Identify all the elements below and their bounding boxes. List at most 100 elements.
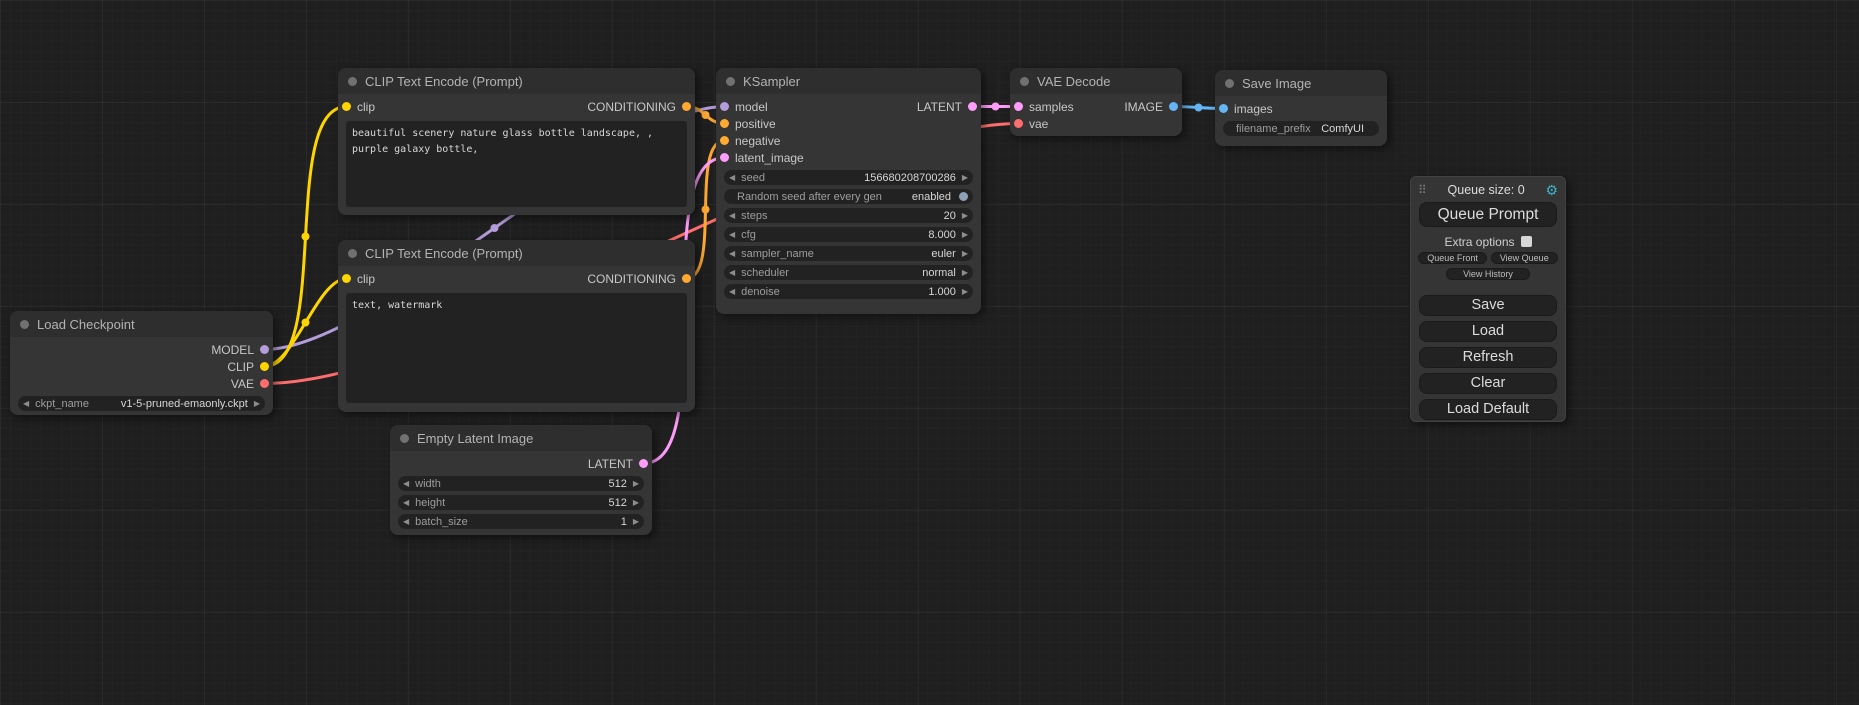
slot-dot-vae[interactable] — [1014, 119, 1023, 128]
node-collapse-dot[interactable] — [348, 77, 357, 86]
increment-arrow[interactable]: ▶ — [962, 174, 968, 182]
save-button[interactable]: Save — [1419, 295, 1557, 316]
widget-seed[interactable]: ◀ seed 156680208700286 ▶ — [724, 170, 973, 185]
slot-dot-clip[interactable] — [260, 362, 269, 371]
node-load-checkpoint[interactable]: Load Checkpoint MODEL CLIP VAE ◀ ckpt_na… — [10, 311, 273, 415]
slot-dot-model[interactable] — [260, 345, 269, 354]
increment-arrow[interactable]: ▶ — [962, 250, 968, 258]
input-slot-negative[interactable]: negative — [716, 132, 981, 149]
node-title-bar[interactable]: Load Checkpoint — [10, 311, 273, 337]
slot-dot-latent[interactable] — [720, 153, 729, 162]
slot-dot-image[interactable] — [1219, 104, 1228, 113]
slot-dot-clip[interactable] — [342, 102, 351, 111]
increment-arrow[interactable]: ▶ — [962, 288, 968, 296]
node-collapse-dot[interactable] — [1225, 79, 1234, 88]
widget-random-seed-toggle[interactable]: Random seed after every gen enabled — [724, 189, 973, 204]
node-collapse-dot[interactable] — [1020, 77, 1029, 86]
node-empty-latent-image[interactable]: Empty Latent Image LATENT ◀ width 512 ▶ … — [390, 425, 652, 535]
node-title-bar[interactable]: Empty Latent Image — [390, 425, 652, 451]
widget-cfg[interactable]: ◀ cfg 8.000 ▶ — [724, 227, 973, 242]
drag-handle-icon[interactable]: ⠿ — [1418, 183, 1427, 197]
slot-dot-conditioning[interactable] — [720, 119, 729, 128]
node-title-bar[interactable]: Save Image — [1215, 70, 1387, 96]
increment-arrow[interactable]: ▶ — [633, 499, 639, 507]
queue-panel-header[interactable]: ⠿ Queue size: 0 ⚙ — [1411, 177, 1565, 200]
widget-ckpt-name[interactable]: ◀ ckpt_name v1-5-pruned-emaonly.ckpt ▶ — [18, 396, 265, 411]
increment-arrow[interactable]: ▶ — [254, 400, 260, 408]
node-ksampler[interactable]: KSampler model positive negative — [716, 68, 981, 314]
input-slot-positive[interactable]: positive — [716, 115, 981, 132]
queue-front-button[interactable]: Queue Front — [1418, 252, 1487, 264]
increment-arrow[interactable]: ▶ — [962, 231, 968, 239]
decrement-arrow[interactable]: ◀ — [729, 212, 735, 220]
output-slot-vae[interactable]: VAE — [10, 375, 273, 392]
widget-height[interactable]: ◀ height 512 ▶ — [398, 495, 644, 510]
node-collapse-dot[interactable] — [726, 77, 735, 86]
widget-denoise[interactable]: ◀ denoise 1.000 ▶ — [724, 284, 973, 299]
load-default-button[interactable]: Load Default — [1419, 399, 1557, 420]
decrement-arrow[interactable]: ◀ — [729, 269, 735, 277]
decrement-arrow[interactable]: ◀ — [403, 499, 409, 507]
node-title-bar[interactable]: KSampler — [716, 68, 981, 94]
slot-dot-vae[interactable] — [260, 379, 269, 388]
view-history-button[interactable]: View History — [1446, 268, 1530, 280]
node-title-bar[interactable]: CLIP Text Encode (Prompt) — [338, 68, 695, 94]
output-slot-conditioning[interactable]: CONDITIONING — [495, 98, 695, 115]
decrement-arrow[interactable]: ◀ — [729, 288, 735, 296]
decrement-arrow[interactable]: ◀ — [729, 231, 735, 239]
node-collapse-dot[interactable] — [400, 434, 409, 443]
slot-dot-conditioning[interactable] — [682, 274, 691, 283]
slot-dot-conditioning[interactable] — [720, 136, 729, 145]
node-save-image[interactable]: Save Image images filename_prefix ComfyU… — [1215, 70, 1387, 146]
input-slot-vae[interactable]: vae — [1010, 115, 1182, 132]
widget-width[interactable]: ◀ width 512 ▶ — [398, 476, 644, 491]
slot-dot-latent[interactable] — [968, 102, 977, 111]
decrement-arrow[interactable]: ◀ — [403, 480, 409, 488]
output-slot-clip[interactable]: CLIP — [10, 358, 273, 375]
prompt-textarea[interactable]: text, watermark — [346, 293, 687, 403]
output-slot-latent[interactable]: LATENT — [861, 98, 981, 115]
decrement-arrow[interactable]: ◀ — [23, 400, 29, 408]
output-slot-model[interactable]: MODEL — [10, 341, 273, 358]
slot-dot-image[interactable] — [1169, 102, 1178, 111]
widget-filename-prefix[interactable]: filename_prefix ComfyUI — [1223, 121, 1379, 136]
increment-arrow[interactable]: ▶ — [633, 480, 639, 488]
increment-arrow[interactable]: ▶ — [962, 212, 968, 220]
prompt-textarea[interactable]: beautiful scenery nature glass bottle la… — [346, 121, 687, 207]
increment-arrow[interactable]: ▶ — [633, 518, 639, 526]
node-title-bar[interactable]: VAE Decode — [1010, 68, 1182, 94]
refresh-button[interactable]: Refresh — [1419, 347, 1557, 368]
input-slot-latent-image[interactable]: latent_image — [716, 149, 981, 166]
toggle-dot[interactable] — [959, 192, 968, 201]
widget-scheduler[interactable]: ◀ scheduler normal ▶ — [724, 265, 973, 280]
decrement-arrow[interactable]: ◀ — [403, 518, 409, 526]
increment-arrow[interactable]: ▶ — [962, 269, 968, 277]
slot-dot-latent[interactable] — [1014, 102, 1023, 111]
load-button[interactable]: Load — [1419, 321, 1557, 342]
slot-dot-conditioning[interactable] — [682, 102, 691, 111]
clear-button[interactable]: Clear — [1419, 373, 1557, 394]
node-title-bar[interactable]: CLIP Text Encode (Prompt) — [338, 240, 695, 266]
extra-options-checkbox[interactable] — [1521, 236, 1532, 247]
output-slot-latent[interactable]: LATENT — [390, 455, 652, 472]
widget-sampler-name[interactable]: ◀ sampler_name euler ▶ — [724, 246, 973, 261]
input-slot-images[interactable]: images — [1215, 100, 1387, 117]
slot-dot-clip[interactable] — [342, 274, 351, 283]
slot-dot-latent[interactable] — [639, 459, 648, 468]
view-queue-button[interactable]: View Queue — [1491, 252, 1558, 264]
settings-gear-icon[interactable]: ⚙ — [1545, 183, 1558, 197]
output-slot-conditioning[interactable]: CONDITIONING — [495, 270, 695, 287]
widget-steps[interactable]: ◀ steps 20 ▶ — [724, 208, 973, 223]
node-clip-text-encode-negative[interactable]: CLIP Text Encode (Prompt) clip CONDITION… — [338, 240, 695, 412]
decrement-arrow[interactable]: ◀ — [729, 250, 735, 258]
slot-dot-model[interactable] — [720, 102, 729, 111]
node-graph-canvas[interactable]: Load Checkpoint MODEL CLIP VAE ◀ ckpt_na… — [0, 0, 1859, 705]
node-vae-decode[interactable]: VAE Decode samples vae IMAGE — [1010, 68, 1182, 136]
output-slot-image[interactable]: IMAGE — [1102, 98, 1182, 115]
widget-batch-size[interactable]: ◀ batch_size 1 ▶ — [398, 514, 644, 529]
node-clip-text-encode-positive[interactable]: CLIP Text Encode (Prompt) clip CONDITION… — [338, 68, 695, 215]
queue-prompt-button[interactable]: Queue Prompt — [1419, 202, 1557, 227]
node-collapse-dot[interactable] — [348, 249, 357, 258]
decrement-arrow[interactable]: ◀ — [729, 174, 735, 182]
node-collapse-dot[interactable] — [20, 320, 29, 329]
